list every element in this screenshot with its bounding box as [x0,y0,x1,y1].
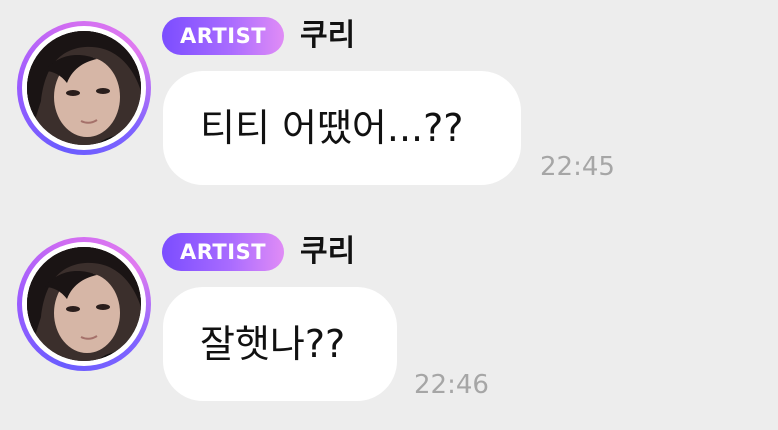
artist-badge: ARTIST [162,17,284,55]
artist-badge: ARTIST [162,233,284,271]
avatar-border [22,26,146,150]
avatar[interactable] [17,237,151,371]
message-timestamp: 22:45 [540,152,615,182]
avatar-photo-icon [27,247,141,361]
sender-name[interactable]: 쿠리 [300,230,355,274]
message-timestamp: 22:46 [414,370,489,400]
message-bubble[interactable]: 티티 어땠어...?? [163,71,521,185]
avatar[interactable] [17,21,151,155]
message-bubble[interactable]: 잘햇나?? [163,287,397,401]
avatar-photo [27,247,141,361]
sender-name[interactable]: 쿠리 [300,14,355,58]
avatar-photo-icon [27,31,141,145]
avatar-photo [27,31,141,145]
chat-thread: ARTIST 쿠리 티티 어땠어...?? 22:45 ARTIST 쿠리 잘햇… [0,0,778,430]
message-text: 티티 어땠어...?? [200,106,464,150]
avatar-border [22,242,146,366]
message-text: 잘햇나?? [200,322,346,366]
